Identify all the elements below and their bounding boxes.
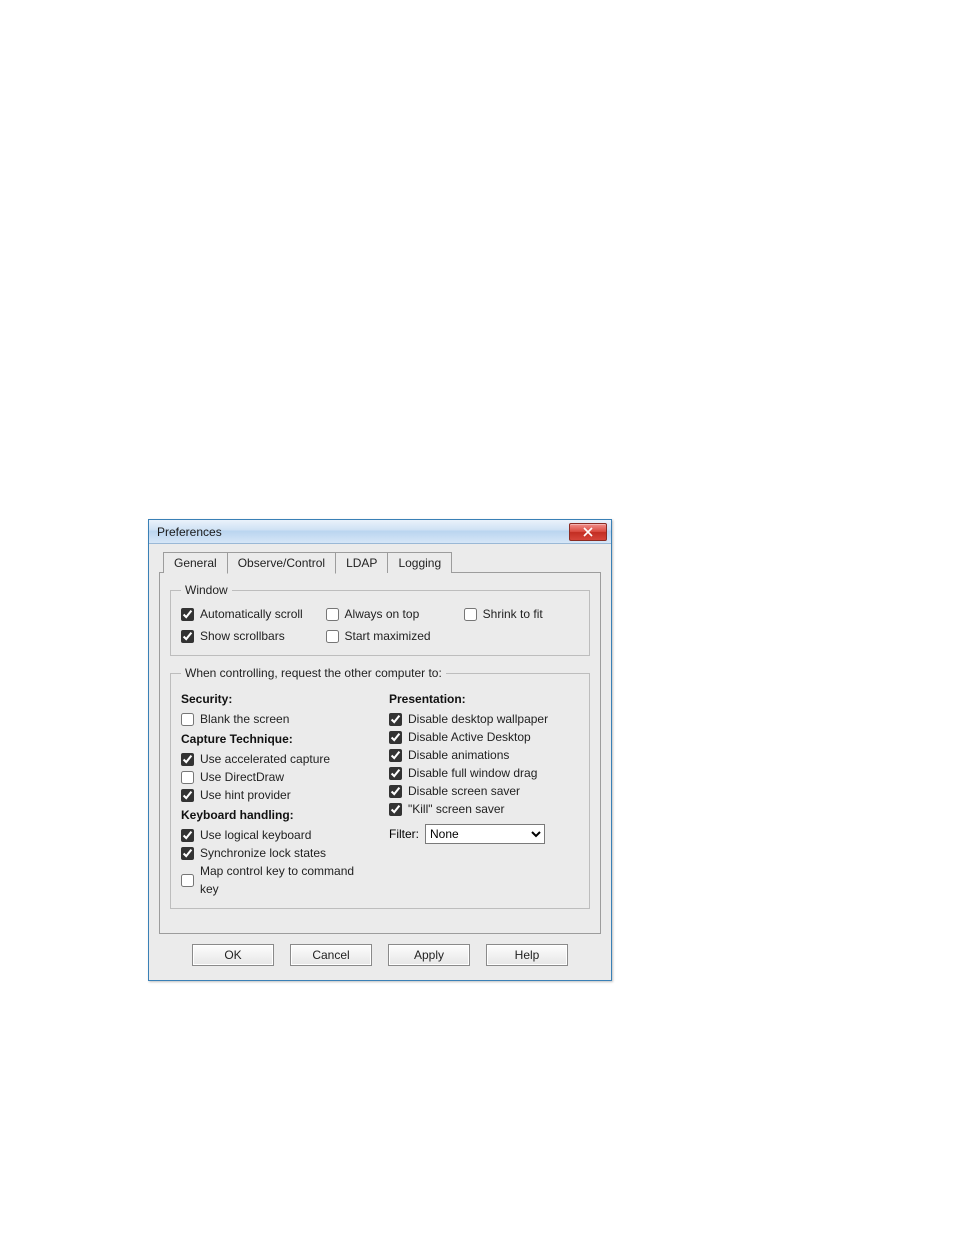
filter-row: Filter: None [389,824,579,844]
group-controlling-legend: When controlling, request the other comp… [181,666,446,680]
col-right: Presentation: Disable desktop wallpaper … [389,688,579,898]
chk-shrink-to-fit-box[interactable] [464,608,477,621]
dialog-body: General Observe/Control LDAP Logging Win… [149,544,611,980]
chk-disable-screensaver-label: Disable screen saver [408,782,520,800]
chk-shrink-to-fit-label: Shrink to fit [483,605,543,623]
tab-observe-control[interactable]: Observe/Control [227,552,336,574]
help-button[interactable]: Help [486,944,568,966]
chk-disable-wallpaper-label: Disable desktop wallpaper [408,710,548,728]
chk-map-ctrl[interactable]: Map control key to command key [181,862,371,898]
chk-logical-keyboard[interactable]: Use logical keyboard [181,826,371,844]
chk-kill-screensaver[interactable]: "Kill" screen saver [389,800,579,818]
chk-logical-keyboard-label: Use logical keyboard [200,826,311,844]
preferences-dialog: Preferences General Observe/Control LDAP… [148,519,612,981]
tab-general[interactable]: General [163,552,228,573]
chk-disable-active-desktop-label: Disable Active Desktop [408,728,531,746]
chk-always-on-top-label: Always on top [345,605,420,623]
chk-disable-screensaver[interactable]: Disable screen saver [389,782,579,800]
chk-auto-scroll[interactable]: Automatically scroll [181,605,316,623]
title-keyboard: Keyboard handling: [181,808,371,822]
chk-directdraw[interactable]: Use DirectDraw [181,768,371,786]
chk-map-ctrl-box[interactable] [181,874,194,887]
chk-disable-wallpaper-box[interactable] [389,713,402,726]
chk-auto-scroll-box[interactable] [181,608,194,621]
chk-map-ctrl-label: Map control key to command key [200,862,371,898]
chk-disable-animations[interactable]: Disable animations [389,746,579,764]
chk-blank-screen[interactable]: Blank the screen [181,710,371,728]
chk-show-scrollbars-label: Show scrollbars [200,627,285,645]
chk-start-maximized[interactable]: Start maximized [326,627,454,645]
chk-directdraw-box[interactable] [181,771,194,784]
chk-disable-full-drag[interactable]: Disable full window drag [389,764,579,782]
group-controlling: When controlling, request the other comp… [170,666,590,909]
chk-directdraw-label: Use DirectDraw [200,768,284,786]
chk-disable-active-desktop-box[interactable] [389,731,402,744]
title-capture: Capture Technique: [181,732,371,746]
chk-disable-screensaver-box[interactable] [389,785,402,798]
chk-accel-capture-label: Use accelerated capture [200,750,330,768]
chk-start-maximized-box[interactable] [326,630,339,643]
filter-label: Filter: [389,827,419,841]
tab-panel-observe-control: Window Automatically scroll Always on to… [159,572,601,934]
title-security: Security: [181,692,371,706]
tab-logging[interactable]: Logging [387,552,452,573]
chk-accel-capture[interactable]: Use accelerated capture [181,750,371,768]
chk-kill-screensaver-box[interactable] [389,803,402,816]
close-button[interactable] [569,523,607,541]
chk-hint-provider-label: Use hint provider [200,786,291,804]
chk-hint-provider[interactable]: Use hint provider [181,786,371,804]
chk-disable-animations-label: Disable animations [408,746,509,764]
chk-always-on-top-box[interactable] [326,608,339,621]
close-icon [583,527,593,537]
chk-sync-lock-label: Synchronize lock states [200,844,326,862]
chk-disable-animations-box[interactable] [389,749,402,762]
cancel-button[interactable]: Cancel [290,944,372,966]
ok-button[interactable]: OK [192,944,274,966]
chk-disable-full-drag-box[interactable] [389,767,402,780]
group-window-legend: Window [181,583,232,597]
chk-blank-screen-label: Blank the screen [200,710,289,728]
chk-blank-screen-box[interactable] [181,713,194,726]
chk-accel-capture-box[interactable] [181,753,194,766]
chk-always-on-top[interactable]: Always on top [326,605,454,623]
title-bar: Preferences [149,520,611,544]
filter-select[interactable]: None [425,824,545,844]
chk-auto-scroll-label: Automatically scroll [200,605,303,623]
chk-sync-lock-box[interactable] [181,847,194,860]
chk-logical-keyboard-box[interactable] [181,829,194,842]
title-presentation: Presentation: [389,692,579,706]
chk-disable-wallpaper[interactable]: Disable desktop wallpaper [389,710,579,728]
chk-shrink-to-fit[interactable]: Shrink to fit [464,605,579,623]
chk-start-maximized-label: Start maximized [345,627,431,645]
tab-bar: General Observe/Control LDAP Logging [159,552,601,573]
chk-disable-full-drag-label: Disable full window drag [408,764,537,782]
chk-show-scrollbars-box[interactable] [181,630,194,643]
col-left: Security: Blank the screen Capture Techn… [181,688,371,898]
chk-disable-active-desktop[interactable]: Disable Active Desktop [389,728,579,746]
chk-kill-screensaver-label: "Kill" screen saver [408,800,505,818]
tab-ldap[interactable]: LDAP [335,552,388,573]
chk-sync-lock[interactable]: Synchronize lock states [181,844,371,862]
group-window: Window Automatically scroll Always on to… [170,583,590,656]
window-title: Preferences [157,525,569,539]
apply-button[interactable]: Apply [388,944,470,966]
chk-hint-provider-box[interactable] [181,789,194,802]
chk-show-scrollbars[interactable]: Show scrollbars [181,627,316,645]
button-row: OK Cancel Apply Help [159,934,601,968]
